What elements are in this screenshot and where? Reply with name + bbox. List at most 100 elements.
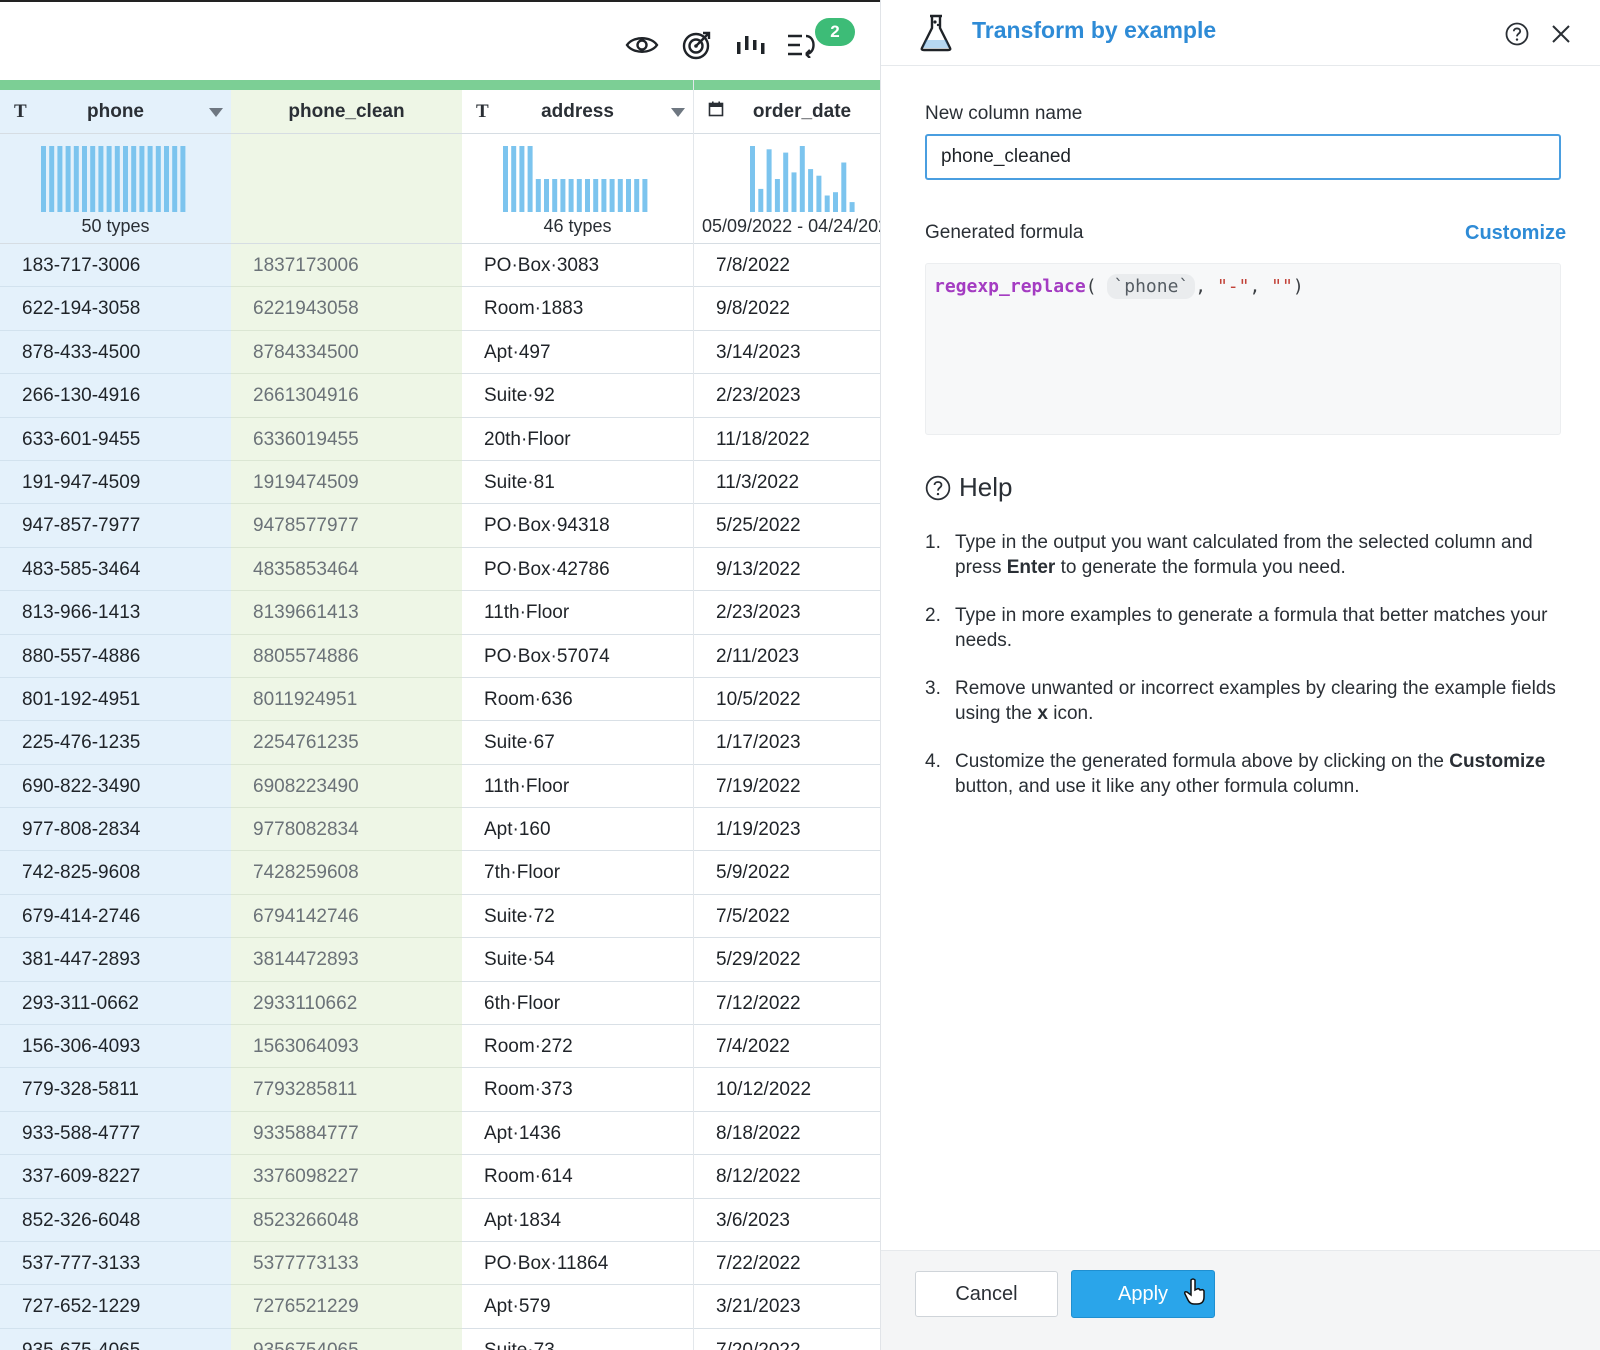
cell-order-date[interactable]: 1/19/2023 [694, 808, 880, 852]
cell-address[interactable]: Suite·72 [462, 895, 693, 939]
cell-order-date[interactable]: 7/4/2022 [694, 1025, 880, 1069]
cell-order-date[interactable]: 3/14/2023 [694, 331, 880, 375]
new-column-name-input[interactable] [925, 134, 1561, 180]
cell-phone[interactable]: 813-966-1413 [0, 591, 231, 635]
customize-link[interactable]: Customize [1465, 222, 1566, 245]
cell-phone[interactable]: 183-717-3006 [0, 244, 231, 288]
cell-phone[interactable]: 156-306-4093 [0, 1025, 231, 1069]
cell-phone-clean[interactable]: 5377773133 [231, 1242, 462, 1286]
cell-address[interactable]: Apt·1436 [462, 1112, 693, 1156]
cell-address[interactable]: Suite·73 [462, 1329, 693, 1350]
column-header-address[interactable]: T address [462, 90, 693, 134]
cell-order-date[interactable]: 2/23/2023 [694, 374, 880, 418]
cell-order-date[interactable]: 9/13/2022 [694, 548, 880, 592]
cell-address[interactable]: Room·373 [462, 1068, 693, 1112]
cell-phone-clean[interactable]: 2661304916 [231, 374, 462, 418]
cell-order-date[interactable]: 2/23/2023 [694, 591, 880, 635]
cell-address[interactable]: Room·272 [462, 1025, 693, 1069]
cell-order-date[interactable]: 3/21/2023 [694, 1285, 880, 1329]
cell-phone-clean[interactable]: 7276521229 [231, 1285, 462, 1329]
cell-address[interactable]: 20th·Floor [462, 418, 693, 461]
eye-icon[interactable] [623, 26, 661, 64]
cell-order-date[interactable]: 2/11/2023 [694, 635, 880, 678]
cell-order-date[interactable]: 1/17/2023 [694, 721, 880, 765]
column-header-order-date[interactable]: order_date [694, 90, 880, 134]
cell-address[interactable]: PO·Box·11864 [462, 1242, 693, 1286]
cell-address[interactable]: PO·Box·42786 [462, 548, 693, 592]
cell-phone[interactable]: 727-652-1229 [0, 1285, 231, 1329]
cell-order-date[interactable]: 11/18/2022 [694, 418, 880, 461]
cell-address[interactable]: Apt·1834 [462, 1199, 693, 1242]
cell-phone[interactable]: 852-326-6048 [0, 1199, 231, 1242]
cell-phone[interactable]: 266-130-4916 [0, 374, 231, 418]
cell-phone-clean[interactable]: 4835853464 [231, 548, 462, 592]
cell-phone[interactable]: 537-777-3133 [0, 1242, 231, 1286]
cell-address[interactable]: 7th·Floor [462, 851, 693, 895]
target-icon[interactable] [677, 26, 715, 64]
close-icon[interactable] [1549, 22, 1573, 51]
cell-phone[interactable]: 225-476-1235 [0, 721, 231, 765]
cell-phone[interactable]: 381-447-2893 [0, 938, 231, 982]
cell-phone-clean[interactable]: 9356754065 [231, 1329, 462, 1350]
cell-phone-clean[interactable]: 2254761235 [231, 721, 462, 765]
cell-address[interactable]: Room·614 [462, 1155, 693, 1199]
cell-address[interactable]: 6th·Floor [462, 982, 693, 1026]
cell-phone-clean[interactable]: 6794142746 [231, 895, 462, 939]
cell-phone[interactable]: 293-311-0662 [0, 982, 231, 1026]
column-header-phone-clean[interactable]: phone_clean [231, 90, 462, 134]
cell-order-date[interactable]: 7/22/2022 [694, 1242, 880, 1286]
cell-phone[interactable]: 633-601-9455 [0, 418, 231, 461]
cell-phone-clean[interactable]: 1919474509 [231, 461, 462, 505]
cell-order-date[interactable]: 5/9/2022 [694, 851, 880, 895]
cell-phone-clean[interactable]: 6336019455 [231, 418, 462, 461]
cell-address[interactable]: PO·Box·57074 [462, 635, 693, 678]
cell-order-date[interactable]: 11/3/2022 [694, 461, 880, 505]
cell-phone-clean[interactable]: 8011924951 [231, 678, 462, 722]
cell-address[interactable]: 11th·Floor [462, 765, 693, 809]
cell-order-date[interactable]: 3/6/2023 [694, 1199, 880, 1242]
help-icon[interactable] [1505, 22, 1529, 51]
cell-phone-clean[interactable]: 1837173006 [231, 244, 462, 288]
cell-order-date[interactable]: 7/8/2022 [694, 244, 880, 288]
cell-phone-clean[interactable]: 6908223490 [231, 765, 462, 809]
cell-phone[interactable]: 690-822-3490 [0, 765, 231, 809]
column-header-phone[interactable]: T phone [0, 90, 231, 134]
cell-phone[interactable]: 933-588-4777 [0, 1112, 231, 1156]
cell-phone-clean[interactable]: 3376098227 [231, 1155, 462, 1199]
cell-order-date[interactable]: 10/12/2022 [694, 1068, 880, 1112]
cell-phone[interactable]: 779-328-5811 [0, 1068, 231, 1112]
cell-address[interactable]: Suite·67 [462, 721, 693, 765]
cell-order-date[interactable]: 7/20/2022 [694, 1329, 880, 1350]
cell-phone-clean[interactable]: 7428259608 [231, 851, 462, 895]
cell-address[interactable]: PO·Box·94318 [462, 504, 693, 548]
cell-address[interactable]: 11th·Floor [462, 591, 693, 635]
cell-order-date[interactable]: 5/25/2022 [694, 504, 880, 548]
cell-phone[interactable]: 880-557-4886 [0, 635, 231, 678]
cell-order-date[interactable]: 9/8/2022 [694, 287, 880, 331]
cell-address[interactable]: Apt·579 [462, 1285, 693, 1329]
cell-order-date[interactable]: 7/12/2022 [694, 982, 880, 1026]
cell-phone[interactable]: 947-857-7977 [0, 504, 231, 548]
cell-phone-clean[interactable]: 3814472893 [231, 938, 462, 982]
cell-phone[interactable]: 679-414-2746 [0, 895, 231, 939]
cell-phone[interactable]: 935-675-4065 [0, 1329, 231, 1350]
cell-phone[interactable]: 191-947-4509 [0, 461, 231, 505]
cell-order-date[interactable]: 10/5/2022 [694, 678, 880, 722]
cell-phone-clean[interactable]: 8139661413 [231, 591, 462, 635]
cell-phone[interactable]: 483-585-3464 [0, 548, 231, 592]
chevron-down-icon[interactable] [671, 108, 685, 117]
cell-order-date[interactable]: 5/29/2022 [694, 938, 880, 982]
cell-address[interactable]: Suite·54 [462, 938, 693, 982]
cell-phone[interactable]: 801-192-4951 [0, 678, 231, 722]
cell-order-date[interactable]: 7/19/2022 [694, 765, 880, 809]
cancel-button[interactable]: Cancel [915, 1271, 1058, 1317]
cell-address[interactable]: Apt·497 [462, 331, 693, 375]
cell-phone[interactable]: 337-609-8227 [0, 1155, 231, 1199]
cell-phone-clean[interactable]: 2933110662 [231, 982, 462, 1026]
cell-address[interactable]: Suite·92 [462, 374, 693, 418]
cell-phone-clean[interactable]: 8805574886 [231, 635, 462, 678]
cell-order-date[interactable]: 7/5/2022 [694, 895, 880, 939]
cell-address[interactable]: Apt·160 [462, 808, 693, 852]
cell-order-date[interactable]: 8/18/2022 [694, 1112, 880, 1156]
cell-address[interactable]: Room·1883 [462, 287, 693, 331]
